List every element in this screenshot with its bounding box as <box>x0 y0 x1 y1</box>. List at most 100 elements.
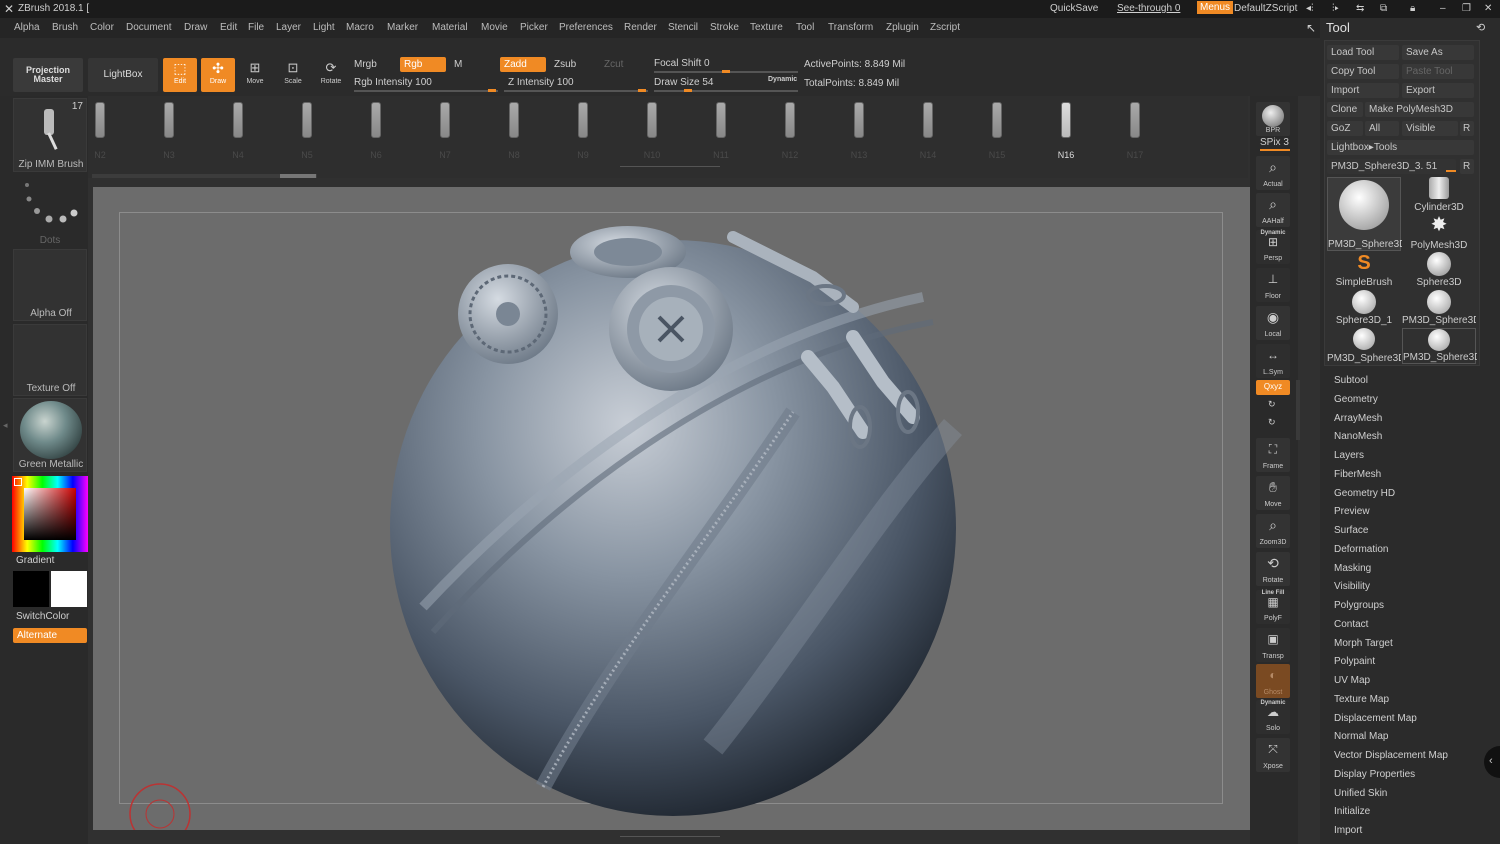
menu-item-alpha[interactable]: Alpha <box>14 22 40 33</box>
xyz-toggle[interactable]: Qxyz <box>1256 380 1290 395</box>
menu-item-picker[interactable]: Picker <box>520 22 548 33</box>
tool-section-displacement-map[interactable]: Displacement Map <box>1334 713 1417 724</box>
brush-item[interactable]: N5 <box>287 100 327 160</box>
swap-icon[interactable]: ⇆ <box>1356 3 1364 14</box>
tool-section-texture-map[interactable]: Texture Map <box>1334 694 1389 705</box>
alpha-button[interactable]: Alpha Off <box>13 249 87 321</box>
menu-item-stencil[interactable]: Stencil <box>668 22 698 33</box>
menu-item-file[interactable]: File <box>248 22 264 33</box>
close-icon[interactable]: ✕ <box>1484 3 1492 14</box>
menu-item-tool[interactable]: Tool <box>796 22 814 33</box>
import-button[interactable]: Import <box>1327 83 1399 98</box>
frame-button[interactable]: ⛶ Frame <box>1256 438 1290 472</box>
menu-item-stroke[interactable]: Stroke <box>710 22 739 33</box>
arrange-icon[interactable]: ⧉ <box>1380 3 1387 14</box>
polyf-button[interactable]: Line Fill ▦ PolyF <box>1256 590 1290 624</box>
brush-strip-scrollbar[interactable] <box>92 174 317 178</box>
left-tray-toggle-icon[interactable]: ◂ <box>3 420 9 438</box>
brush-item[interactable]: N17 <box>1115 100 1155 160</box>
model-viewport[interactable] <box>93 187 1250 830</box>
make-polymesh-button[interactable]: Make PolyMesh3D <box>1365 102 1474 117</box>
tool-section-polypaint[interactable]: Polypaint <box>1334 656 1375 667</box>
current-brush-button[interactable]: 17 Zip IMM Brush <box>13 98 87 172</box>
current-tool-slider[interactable]: PM3D_Sphere3D_3. 51 <box>1327 159 1456 174</box>
goz-button[interactable]: GoZ <box>1327 121 1363 136</box>
layout-2-icon[interactable]: ⫶▸ <box>1332 3 1339 14</box>
tool-section-surface[interactable]: Surface <box>1334 525 1368 536</box>
maximize-icon[interactable]: ❐ <box>1462 3 1471 14</box>
tool-section-import[interactable]: Import <box>1334 825 1362 836</box>
brush-strip-scroll-thumb[interactable] <box>280 174 316 178</box>
goz-all-button[interactable]: All <box>1365 121 1399 136</box>
menu-item-marker[interactable]: Marker <box>387 22 418 33</box>
tool-section-masking[interactable]: Masking <box>1334 563 1371 574</box>
tool-thumb[interactable]: Sphere3D <box>1402 252 1476 288</box>
draw-size-knob[interactable] <box>684 89 692 92</box>
mrgb-toggle[interactable]: Mrgb <box>354 59 377 70</box>
scale-button[interactable]: ⊡ Scale <box>276 58 310 92</box>
menu-item-zscript[interactable]: Zscript <box>930 22 960 33</box>
menu-item-layer[interactable]: Layer <box>276 22 301 33</box>
menu-item-material[interactable]: Material <box>432 22 468 33</box>
tool-section-polygroups[interactable]: Polygroups <box>1334 600 1384 611</box>
menu-item-preferences[interactable]: Preferences <box>559 22 613 33</box>
tool-section-vector-displacement-map[interactable]: Vector Displacement Map <box>1334 750 1448 761</box>
right-tray-divider[interactable] <box>1296 380 1300 440</box>
tool-section-fibermesh[interactable]: FiberMesh <box>1334 469 1381 480</box>
gradient-toggle[interactable]: Gradient <box>16 555 54 566</box>
tool-section-unified-skin[interactable]: Unified Skin <box>1334 788 1387 799</box>
switchcolor-button[interactable]: SwitchColor <box>16 611 69 622</box>
lightbox-tools-button[interactable]: Lightbox▸Tools <box>1327 140 1474 155</box>
brush-item[interactable]: N7 <box>425 100 465 160</box>
persp-button[interactable]: Dynamic ⊞ Persp <box>1256 230 1290 264</box>
lsym-button[interactable]: ↔ L.Sym <box>1256 344 1290 378</box>
palette-close-icon[interactable]: ⟲ <box>1476 21 1485 34</box>
current-tool-r-button[interactable]: R <box>1460 159 1474 174</box>
menu-item-transform[interactable]: Transform <box>828 22 873 33</box>
xpose-button[interactable]: ⤧ Xpose <box>1256 738 1290 772</box>
tool-thumb[interactable]: ✸ PolyMesh3D <box>1402 215 1476 251</box>
tool-section-display-properties[interactable]: Display Properties <box>1334 769 1415 780</box>
rotate-y-icon[interactable]: ↻ <box>1268 399 1276 410</box>
projection-master-button[interactable]: Projection Master <box>13 58 83 92</box>
local-button[interactable]: ◉ Local <box>1256 306 1290 340</box>
export-button[interactable]: Export <box>1402 83 1474 98</box>
brush-item[interactable]: N16 <box>1046 100 1086 160</box>
move-view-button[interactable]: ✋︎ Move <box>1256 476 1290 510</box>
focal-shift-slider[interactable] <box>654 70 798 73</box>
menu-item-edit[interactable]: Edit <box>220 22 237 33</box>
brush-item[interactable]: N10 <box>632 100 672 160</box>
zoom3d-button[interactable]: ⌕ Zoom3D <box>1256 514 1290 548</box>
material-button[interactable]: Green Metallic <box>13 398 87 472</box>
minimize-icon[interactable]: – <box>1440 3 1446 14</box>
tool-thumb[interactable]: Cylinder3D <box>1402 177 1476 213</box>
spix-slider[interactable]: SPix 3 <box>1260 137 1289 148</box>
edit-button[interactable]: ⬚ Edit <box>163 58 197 92</box>
lightbox-button[interactable]: LightBox <box>88 58 158 92</box>
zadd-toggle[interactable]: Zadd <box>500 57 546 72</box>
menu-item-macro[interactable]: Macro <box>346 22 374 33</box>
load-tool-button[interactable]: Load Tool <box>1327 45 1399 60</box>
dynamic-toggle[interactable]: Dynamic <box>768 76 797 83</box>
tool-section-initialize[interactable]: Initialize <box>1334 806 1370 817</box>
alternate-toggle[interactable]: Alternate <box>13 628 87 643</box>
rotate-view-button[interactable]: ⟲ Rotate <box>1256 552 1290 586</box>
solo-button[interactable]: Dynamic ☁︎ Solo <box>1256 700 1290 734</box>
menu-item-render[interactable]: Render <box>624 22 657 33</box>
z-intensity-slider[interactable] <box>504 89 648 92</box>
see-through-slider[interactable]: See-through 0 <box>1117 3 1180 14</box>
tool-section-normal-map[interactable]: Normal Map <box>1334 731 1388 742</box>
clone-button[interactable]: Clone <box>1327 102 1363 117</box>
tool-section-layers[interactable]: Layers <box>1334 450 1364 461</box>
menu-item-document[interactable]: Document <box>126 22 172 33</box>
primary-color-swatch[interactable] <box>13 571 49 607</box>
bottom-tray-handle[interactable] <box>620 836 720 840</box>
menu-item-draw[interactable]: Draw <box>184 22 207 33</box>
tool-section-uv-map[interactable]: UV Map <box>1334 675 1370 686</box>
draw-button[interactable]: ✣ Draw <box>201 58 235 92</box>
tool-thumb[interactable]: Sphere3D_1 <box>1327 290 1401 326</box>
tool-section-deformation[interactable]: Deformation <box>1334 544 1388 555</box>
color-picker[interactable] <box>12 476 88 552</box>
rotate-z-icon[interactable]: ↻ <box>1268 417 1276 428</box>
menu-item-texture[interactable]: Texture <box>750 22 783 33</box>
